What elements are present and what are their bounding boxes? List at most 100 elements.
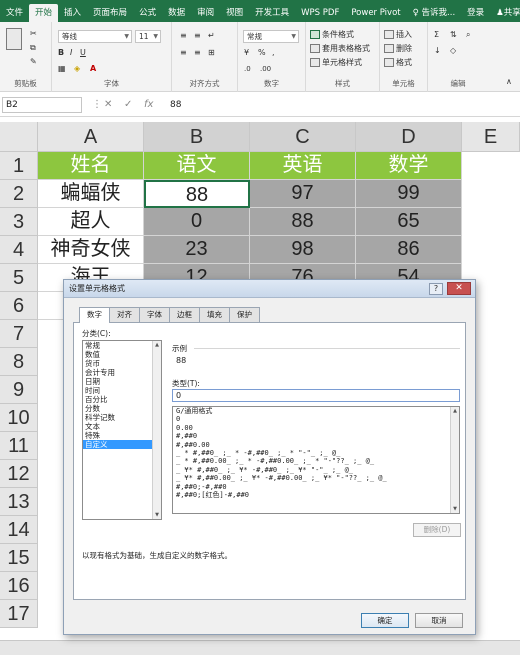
scroll-down-icon[interactable]: ▼	[451, 505, 459, 513]
cell-b3[interactable]: 0	[144, 208, 250, 236]
tab-wps-pdf[interactable]: WPS PDF	[295, 4, 345, 22]
currency-icon[interactable]: ¥	[244, 47, 249, 59]
type-item[interactable]: G/通用格式	[173, 407, 459, 415]
align-center-icon[interactable]: ≡	[194, 47, 201, 59]
scroll-down-icon[interactable]: ▼	[153, 511, 161, 519]
type-scrollbar[interactable]: ▲ ▼	[450, 407, 459, 513]
delete-cells-button[interactable]: 删除	[384, 43, 412, 55]
category-item-selected[interactable]: 自定义	[83, 440, 161, 449]
cell-c1[interactable]: 英语	[250, 152, 356, 180]
type-item[interactable]: #,##0	[173, 432, 459, 440]
font-size-select[interactable]: 11 ▼	[135, 30, 161, 43]
category-list[interactable]: 常规 数值 货币 会计专用 日期 时间 百分比 分数 科学记数 文本 特殊 自定…	[82, 340, 162, 520]
cell-a2[interactable]: 蝙蝠侠	[38, 180, 144, 208]
tab-number[interactable]: 数字	[79, 307, 110, 323]
tab-review[interactable]: 审阅	[191, 4, 220, 22]
tab-insert[interactable]: 插入	[58, 4, 87, 22]
format-painter-icon[interactable]: ✎	[30, 56, 37, 68]
category-item[interactable]: 文本	[83, 422, 161, 431]
font-name-select[interactable]: 等线 ▼	[58, 30, 132, 43]
scroll-up-icon[interactable]: ▲	[153, 341, 161, 349]
help-button[interactable]: ?	[429, 283, 443, 295]
column-header-b[interactable]: B	[144, 122, 250, 152]
category-item[interactable]: 数值	[83, 350, 161, 359]
category-item[interactable]: 分数	[83, 404, 161, 413]
category-item[interactable]: 会计专用	[83, 368, 161, 377]
category-item[interactable]: 百分比	[83, 395, 161, 404]
delete-format-button[interactable]: 删除(D)	[413, 523, 461, 537]
confirm-entry-button[interactable]: ✓	[124, 97, 132, 113]
cell-c4[interactable]: 98	[250, 236, 356, 264]
clear-icon[interactable]: ◇	[450, 45, 456, 57]
comma-style-icon[interactable]: ,	[272, 47, 275, 59]
row-header[interactable]: 2	[0, 180, 38, 208]
type-item[interactable]: _ * #,##0.00_ ;_ * -#,##0.00_ ;_ * "-"??…	[173, 457, 459, 465]
category-item[interactable]: 时间	[83, 386, 161, 395]
tab-power-pivot[interactable]: Power Pivot	[345, 4, 406, 22]
row-header[interactable]: 15	[0, 544, 38, 572]
fill-color-icon[interactable]: ◈	[74, 63, 80, 75]
type-input[interactable]: 0	[172, 389, 460, 402]
cell-b4[interactable]: 23	[144, 236, 250, 264]
merge-cells-icon[interactable]: ⊞	[208, 47, 215, 59]
tab-fill[interactable]: 填充	[199, 307, 230, 322]
percent-icon[interactable]: %	[258, 47, 266, 59]
cell-styles-button[interactable]: 单元格样式	[310, 57, 362, 69]
row-header[interactable]: 16	[0, 572, 38, 600]
type-item[interactable]: #,##0;-#,##0	[173, 483, 459, 491]
row-header[interactable]: 14	[0, 516, 38, 544]
category-scrollbar[interactable]: ▲ ▼	[152, 341, 161, 519]
wrap-text-icon[interactable]: ↵	[208, 30, 215, 42]
font-color-icon[interactable]: A	[90, 63, 96, 75]
tab-home[interactable]: 开始	[29, 4, 59, 22]
ok-button[interactable]: 确定	[361, 613, 409, 628]
scroll-up-icon[interactable]: ▲	[451, 407, 459, 415]
type-list[interactable]: G/通用格式 0 0.00 #,##0 #,##0.00 _ * #,##0_ …	[172, 406, 460, 514]
row-header[interactable]: 6	[0, 292, 38, 320]
share-button[interactable]: ♟共享	[490, 4, 520, 22]
copy-icon[interactable]: ⧉	[30, 42, 36, 54]
cell-a1[interactable]: 姓名	[38, 152, 144, 180]
row-header[interactable]: 13	[0, 488, 38, 516]
align-top-icon[interactable]: ≡	[180, 30, 187, 42]
cell-b1[interactable]: 语文	[144, 152, 250, 180]
category-item[interactable]: 特殊	[83, 431, 161, 440]
select-all-corner[interactable]	[0, 122, 38, 152]
type-item[interactable]: 0.00	[173, 424, 459, 432]
category-item[interactable]: 日期	[83, 377, 161, 386]
type-item[interactable]: _ ¥* #,##0.00_ ;_ ¥* -#,##0.00_ ;_ ¥* "-…	[173, 474, 459, 482]
cell-c2[interactable]: 97	[250, 180, 356, 208]
insert-cells-button[interactable]: 插入	[384, 29, 412, 41]
row-header[interactable]: 10	[0, 404, 38, 432]
type-item[interactable]: 0	[173, 415, 459, 423]
cell-a3[interactable]: 超人	[38, 208, 144, 236]
collapse-ribbon-icon[interactable]: ∧	[506, 76, 512, 88]
cell-d4[interactable]: 86	[356, 236, 462, 264]
cell-a4[interactable]: 神奇女侠	[38, 236, 144, 264]
dialog-title-bar[interactable]: 设置单元格格式 ? ✕	[64, 280, 475, 298]
tab-file[interactable]: 文件	[0, 4, 29, 22]
paste-button[interactable]	[6, 28, 24, 50]
decrease-decimal-icon[interactable]: .00	[260, 63, 271, 75]
cell-b2[interactable]: 88	[144, 180, 250, 208]
row-header[interactable]: 8	[0, 348, 38, 376]
tab-data[interactable]: 数据	[162, 4, 191, 22]
row-header[interactable]: 9	[0, 376, 38, 404]
autosum-icon[interactable]: Σ	[434, 29, 439, 41]
row-header[interactable]: 4	[0, 236, 38, 264]
underline-button[interactable]: U	[80, 47, 86, 59]
cell-d3[interactable]: 65	[356, 208, 462, 236]
align-left-icon[interactable]: ≡	[180, 47, 187, 59]
login-link[interactable]: 登录	[461, 4, 490, 22]
cell-c3[interactable]: 88	[250, 208, 356, 236]
bold-button[interactable]: B	[58, 47, 64, 59]
formula-input[interactable]: 88	[170, 97, 181, 113]
conditional-formatting-button[interactable]: 条件格式	[310, 29, 354, 41]
row-header[interactable]: 12	[0, 460, 38, 488]
column-header-c[interactable]: C	[250, 122, 356, 152]
close-button[interactable]: ✕	[447, 282, 471, 295]
column-header-e[interactable]: E	[462, 122, 520, 152]
increase-decimal-icon[interactable]: .0	[244, 63, 251, 75]
type-item[interactable]: #,##0.00	[173, 441, 459, 449]
italic-button[interactable]: I	[70, 47, 72, 59]
